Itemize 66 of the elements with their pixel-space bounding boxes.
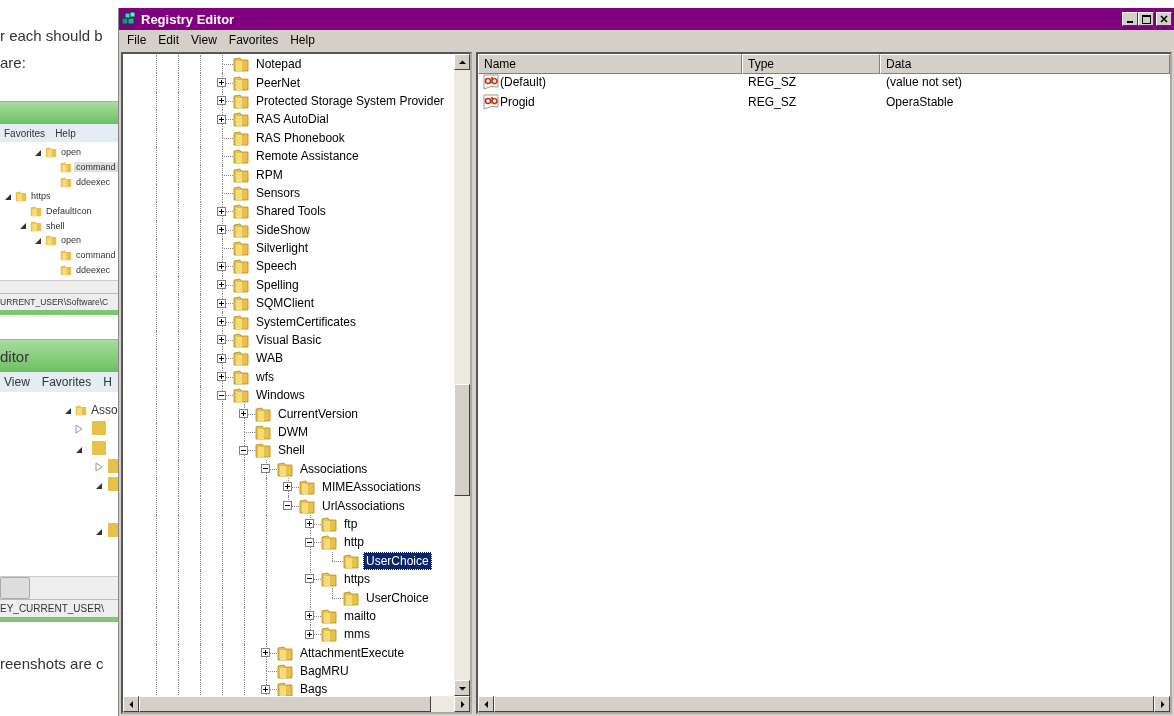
- tree-item[interactable]: command: [74, 162, 118, 173]
- tree-item[interactable]: open: [59, 147, 84, 158]
- tree-item[interactable]: SQMClient: [253, 294, 317, 313]
- tree-item[interactable]: https: [341, 570, 373, 589]
- tree-item[interactable]: MIMEAssociations: [319, 478, 424, 497]
- tree-item[interactable]: Asso: [89, 403, 118, 418]
- window-title: ditor: [0, 347, 30, 365]
- column-header[interactable]: Type: [742, 54, 880, 74]
- menu-item[interactable]: Edit: [152, 33, 186, 47]
- tree-item[interactable]: Associations: [297, 459, 371, 478]
- status-bar: EY_CURRENT_USER\: [0, 599, 118, 618]
- tree-item[interactable]: RAS AutoDial: [253, 110, 332, 129]
- tree-item[interactable]: Bags: [297, 680, 331, 696]
- article-text: r each should b: [0, 26, 104, 46]
- tree-item[interactable]: PeerNet: [253, 73, 304, 92]
- tree-item[interactable]: RPM: [253, 165, 286, 184]
- menu-item[interactable]: File: [121, 33, 153, 47]
- tree-item[interactable]: Protected Storage System Provider: [253, 91, 448, 110]
- menu-item[interactable]: Help: [284, 33, 321, 47]
- tree-item[interactable]: open: [59, 235, 84, 246]
- tree-item[interactable]: ftp: [341, 514, 361, 533]
- tree-item[interactable]: ddeexec: [74, 264, 113, 275]
- tree-item[interactable]: UrlAssociations: [319, 496, 408, 515]
- tree-item[interactable]: AttachmentExecute: [297, 643, 408, 662]
- tree-item[interactable]: Shared Tools: [253, 202, 329, 221]
- value-type: REG_SZ: [747, 95, 797, 109]
- menu-item[interactable]: View: [185, 33, 223, 47]
- tree-item[interactable]: Silverlight: [253, 239, 312, 258]
- column-header[interactable]: Name: [478, 54, 742, 74]
- article-text: are:: [0, 53, 27, 73]
- tree-item[interactable]: DWM: [275, 423, 311, 441]
- tree-item[interactable]: ddeexec: [74, 176, 113, 187]
- tree-item[interactable]: Spelling: [253, 275, 302, 294]
- tree-item[interactable]: Remote Assistance: [253, 147, 362, 166]
- tree-item[interactable]: Visual Basic: [253, 331, 325, 350]
- tree-item[interactable]: http: [341, 533, 367, 552]
- tree-item[interactable]: Speech: [253, 257, 300, 276]
- tree-item[interactable]: Windows: [253, 386, 308, 405]
- tree-item[interactable]: RAS Phonebook: [253, 128, 348, 147]
- tree-item[interactable]: SystemCertificates: [253, 312, 360, 331]
- menu-item[interactable]: Favorites: [222, 33, 285, 47]
- tree-item[interactable]: UserChoice: [363, 588, 432, 607]
- tree-item[interactable]: UserChoice: [363, 551, 432, 570]
- tree-item[interactable]: WAB: [253, 349, 286, 368]
- value-data: OperaStable: [885, 95, 955, 109]
- value-type: REG_SZ: [747, 75, 797, 89]
- window-title: Registry Editor: [141, 11, 236, 27]
- tree-item[interactable]: BagMRU: [297, 662, 352, 681]
- value-name: (Default): [500, 75, 546, 89]
- tree-item[interactable]: DefaultIcon: [44, 206, 94, 217]
- tree-item[interactable]: https: [29, 191, 53, 202]
- tree-item[interactable]: Shell: [275, 441, 308, 460]
- tree-item[interactable]: wfs: [253, 367, 277, 386]
- value-name: Progid: [500, 95, 535, 109]
- value-data: (value not set): [885, 75, 964, 89]
- tree-item[interactable]: Sensors: [253, 183, 304, 202]
- tree-item[interactable]: mailto: [341, 606, 379, 625]
- tree-item[interactable]: Notepad: [253, 55, 305, 74]
- tree-item[interactable]: mms: [341, 625, 373, 644]
- column-header[interactable]: Data: [880, 54, 1170, 74]
- status-bar: URRENT_USER\Software\C: [0, 293, 118, 311]
- article-text: reenshots are c: [0, 654, 105, 675]
- tree-item[interactable]: SideShow: [253, 220, 314, 239]
- tree-item[interactable]: CurrentVersion: [275, 404, 362, 423]
- tree-item[interactable]: shell: [44, 220, 67, 231]
- tree-item[interactable]: command: [74, 250, 118, 261]
